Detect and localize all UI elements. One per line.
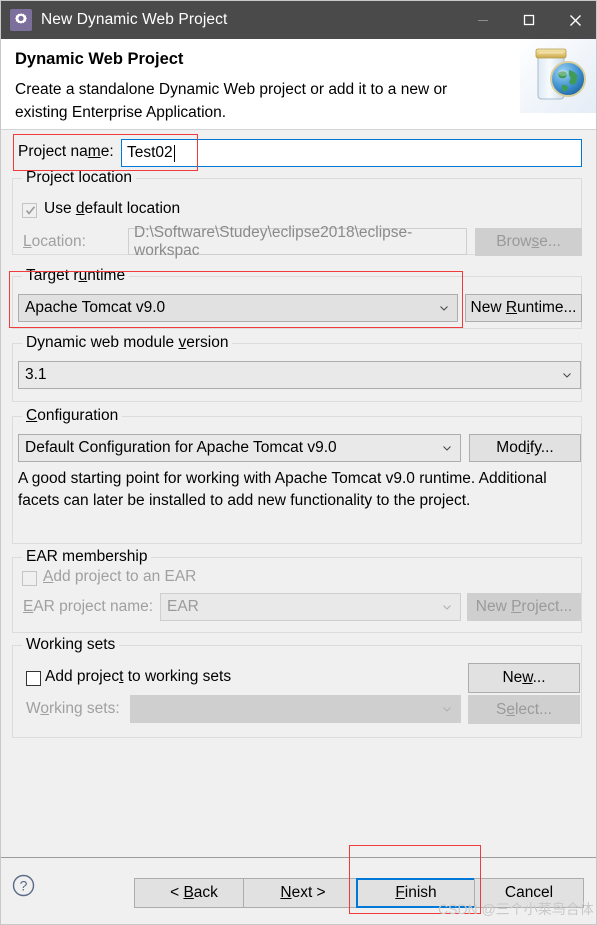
new-working-set-button-label: New...	[502, 669, 546, 686]
svg-text:?: ?	[20, 878, 28, 894]
add-project-to-ear-checkbox[interactable]	[22, 571, 37, 586]
browse-button[interactable]: Browse...	[475, 228, 582, 256]
location-value: D:\Software\Studey\eclipse2018\eclipse-w…	[134, 223, 413, 259]
minimize-icon	[478, 20, 488, 21]
new-dynamic-web-project-dialog: New Dynamic Web Project Dynamic Web Proj…	[0, 0, 597, 925]
add-project-to-ear-label: Add project to an EAR	[43, 568, 197, 585]
working-sets-group-title: Working sets	[22, 636, 120, 654]
project-location-group-title: Project location	[22, 169, 136, 187]
target-runtime-value: Apache Tomcat v9.0	[25, 299, 166, 316]
configuration-description: A good starting point for working with A…	[18, 470, 547, 509]
configuration-value: Default Configuration for Apache Tomcat …	[25, 439, 337, 456]
window-controls	[460, 1, 596, 39]
browse-button-label: Browse...	[496, 233, 561, 250]
ear-project-name-combo[interactable]: EAR	[160, 593, 461, 621]
chevron-down-icon	[440, 306, 448, 311]
new-ear-project-button-label: New Project...	[475, 598, 573, 615]
maximize-button[interactable]	[506, 1, 552, 39]
page-description: Create a standalone Dynamic Web project …	[15, 81, 448, 121]
csdn-watermark: CSDN @三个小菜鸟合体	[438, 901, 594, 917]
project-name-input[interactable]: Test02	[121, 139, 582, 167]
modify-button[interactable]: Modify...	[469, 434, 581, 462]
new-working-set-button[interactable]: New...	[468, 663, 580, 693]
web-module-version-value: 3.1	[25, 366, 47, 383]
jar-with-globe-icon	[520, 39, 596, 113]
target-runtime-combo[interactable]: Apache Tomcat v9.0	[18, 294, 458, 322]
project-name-value: Test02	[127, 144, 173, 161]
minimize-button[interactable]	[460, 1, 506, 39]
wizard-banner: Dynamic Web Project Create a standalone …	[1, 39, 596, 130]
target-runtime-group-title: Target runtime	[22, 267, 130, 285]
next-button-label: Next >	[280, 884, 326, 901]
web-module-version-combo[interactable]: 3.1	[18, 361, 581, 389]
text-caret	[173, 144, 175, 162]
finish-button-label: Finish	[395, 884, 437, 901]
location-label: Location:	[23, 233, 86, 250]
add-project-to-working-sets-label: Add project to working sets	[45, 668, 232, 685]
chevron-down-icon	[443, 707, 451, 712]
chevron-down-icon	[563, 373, 571, 378]
select-working-set-button[interactable]: Select...	[468, 695, 580, 724]
maximize-icon	[523, 14, 535, 26]
new-runtime-button[interactable]: New Runtime...	[465, 294, 582, 322]
back-button-label: < Back	[170, 884, 218, 901]
web-module-version-group-title: Dynamic web module version	[22, 334, 233, 352]
chevron-down-icon	[443, 605, 451, 610]
window-title: New Dynamic Web Project	[41, 11, 228, 28]
modify-button-label: Modify...	[496, 439, 554, 456]
add-project-to-working-sets-checkbox[interactable]	[26, 671, 41, 686]
project-name-label: Project name:	[18, 143, 114, 160]
new-ear-project-button[interactable]: New Project...	[467, 593, 581, 621]
title-bar: New Dynamic Web Project	[1, 1, 596, 39]
close-icon	[569, 14, 581, 26]
ear-project-name-value: EAR	[167, 598, 199, 615]
configuration-combo[interactable]: Default Configuration for Apache Tomcat …	[18, 434, 461, 462]
use-default-location-checkbox[interactable]	[22, 203, 37, 218]
back-button[interactable]: < Back	[134, 878, 254, 908]
chevron-down-icon	[443, 446, 451, 451]
use-default-location-label: Use default location	[44, 200, 181, 217]
close-button[interactable]	[552, 1, 596, 39]
working-sets-combo[interactable]	[130, 695, 461, 723]
select-working-set-button-label: Select...	[495, 700, 552, 718]
checkmark-icon	[25, 206, 36, 215]
gear-icon	[15, 13, 27, 24]
ear-membership-group-title: EAR membership	[22, 548, 152, 566]
help-question-icon[interactable]: ?	[12, 874, 35, 897]
page-title: Dynamic Web Project	[15, 50, 184, 68]
next-button[interactable]: Next >	[243, 878, 363, 908]
configuration-group-title: Configuration	[22, 407, 123, 425]
dialog-body: Project name: Test02 Project location Us…	[1, 130, 596, 857]
location-input[interactable]: D:\Software\Studey\eclipse2018\eclipse-w…	[128, 224, 467, 259]
working-sets-combo-label: Working sets:	[26, 700, 120, 717]
eclipse-wizard-icon	[10, 9, 32, 31]
new-runtime-button-label: New Runtime...	[470, 299, 577, 316]
ear-project-name-label: EAR project name:	[23, 598, 154, 615]
